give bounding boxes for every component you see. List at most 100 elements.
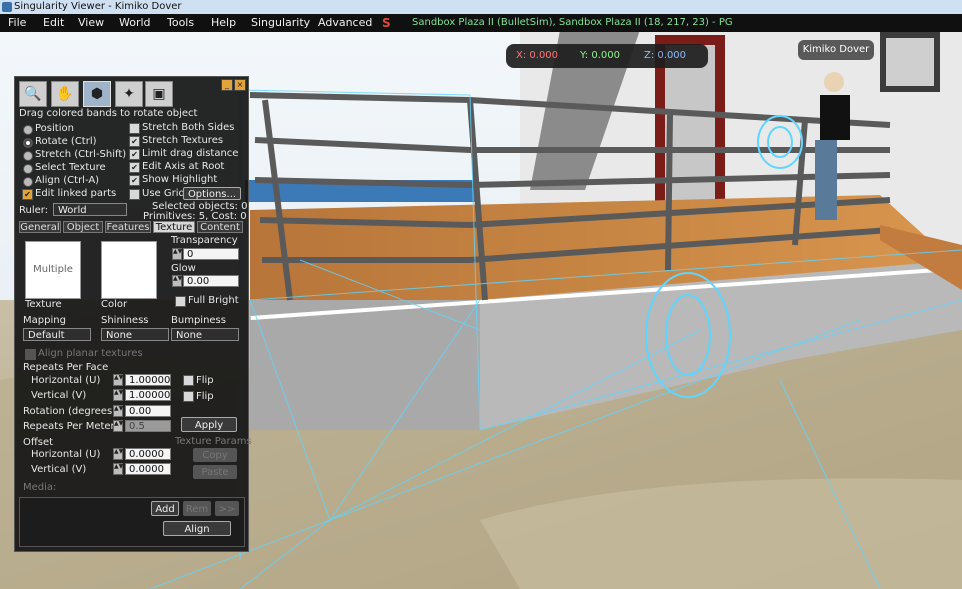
mode-align-label: Align (Ctrl-A) bbox=[35, 175, 100, 186]
paste-params-button[interactable]: Paste bbox=[193, 465, 237, 479]
media-label: Media: bbox=[23, 482, 57, 493]
tab-object[interactable]: Object bbox=[63, 221, 103, 233]
bumpiness-select[interactable]: None bbox=[171, 328, 239, 341]
bumpiness-label: Bumpiness bbox=[171, 315, 226, 326]
flip-u-checkbox[interactable] bbox=[183, 375, 194, 386]
mode-rotate-radio[interactable] bbox=[23, 138, 33, 148]
coordinates-overlay: X: 0.000 Y: 0.000 Z: 0.000 bbox=[506, 44, 708, 68]
texture-params-label: Texture Params bbox=[175, 436, 252, 447]
full-bright-checkbox[interactable] bbox=[175, 296, 186, 307]
mode-rotate-label: Rotate (Ctrl) bbox=[35, 136, 97, 147]
grab-hand-icon: ✋ bbox=[56, 86, 74, 102]
offset-horizontal-label: Horizontal (U) bbox=[31, 449, 101, 460]
close-button[interactable]: × bbox=[234, 79, 246, 91]
tab-features[interactable]: Features bbox=[105, 221, 151, 233]
mapping-label: Mapping bbox=[23, 315, 66, 326]
repeats-per-meter-field[interactable]: 0.5 bbox=[125, 420, 171, 432]
texture-swatch-label: Texture bbox=[25, 299, 62, 310]
edit-linked-checkbox[interactable] bbox=[22, 189, 33, 200]
transparency-spinner[interactable]: ▲▼ bbox=[172, 248, 182, 260]
menu-world[interactable]: World bbox=[119, 14, 151, 32]
repeats-per-meter-label: Repeats Per Meter bbox=[23, 421, 115, 432]
offset-label: Offset bbox=[23, 437, 54, 448]
menu-advanced[interactable]: Advanced bbox=[318, 14, 372, 32]
shininess-select[interactable]: None bbox=[101, 328, 169, 341]
offset-horizontal-field[interactable]: 0.0000 bbox=[125, 448, 171, 460]
move-tool-button[interactable]: ✋ bbox=[51, 81, 79, 107]
repeats-per-meter-spinner[interactable]: ▲▼ bbox=[113, 420, 123, 432]
vertical-v-label: Vertical (V) bbox=[31, 390, 87, 401]
mode-stretch-radio[interactable] bbox=[23, 151, 33, 161]
show-highlight-label: Show Highlight bbox=[142, 174, 218, 185]
limit-drag-checkbox[interactable] bbox=[129, 149, 140, 160]
mode-position-radio[interactable] bbox=[23, 125, 33, 135]
offset-vertical-spinner[interactable]: ▲▼ bbox=[113, 463, 123, 475]
align-planar-checkbox[interactable] bbox=[25, 349, 36, 360]
tab-general[interactable]: General bbox=[19, 221, 61, 233]
focus-tool-button[interactable]: 🔍 bbox=[19, 81, 47, 107]
sl-logo-icon[interactable]: S bbox=[382, 16, 400, 30]
add-media-button[interactable]: Add bbox=[151, 501, 179, 516]
horizontal-u-spinner[interactable]: ▲▼ bbox=[113, 374, 123, 386]
build-tools-panel: 🔍 ✋ ⬢ ✦ ▣ _ × Drag colored bands to rota… bbox=[14, 76, 252, 552]
land-tool-button[interactable]: ▣ bbox=[145, 81, 173, 107]
mode-align-radio[interactable] bbox=[23, 177, 33, 187]
vertical-v-spinner[interactable]: ▲▼ bbox=[113, 389, 123, 401]
color-swatch-label: Color bbox=[101, 299, 128, 310]
ruler-label: Ruler: bbox=[19, 205, 49, 216]
create-tool-button[interactable]: ✦ bbox=[115, 81, 143, 107]
flip-v-checkbox[interactable] bbox=[183, 391, 194, 402]
coord-y: Y: 0.000 bbox=[580, 50, 620, 61]
edit-tool-button[interactable]: ⬢ bbox=[83, 81, 111, 107]
edit-axis-root-checkbox[interactable] bbox=[129, 162, 140, 173]
grid-options-button[interactable]: Options... bbox=[183, 187, 241, 200]
menu-edit[interactable]: Edit bbox=[43, 14, 64, 32]
tab-content[interactable]: Content bbox=[197, 221, 243, 233]
stretch-textures-checkbox[interactable] bbox=[129, 136, 140, 147]
menu-singularity[interactable]: Singularity bbox=[251, 14, 310, 32]
flip-v-label: Flip bbox=[196, 391, 214, 402]
minimize-button[interactable]: _ bbox=[221, 79, 233, 91]
mode-position-label: Position bbox=[35, 123, 74, 134]
align-media-button[interactable]: Align bbox=[163, 521, 231, 536]
tab-texture[interactable]: Texture bbox=[153, 221, 195, 233]
offset-horizontal-spinner[interactable]: ▲▼ bbox=[113, 448, 123, 460]
show-highlight-checkbox[interactable] bbox=[129, 175, 140, 186]
menu-bar: File Edit View World Tools Help Singular… bbox=[0, 14, 962, 32]
menu-help[interactable]: Help bbox=[211, 14, 236, 32]
ruler-select[interactable]: World bbox=[53, 203, 127, 216]
menu-tools[interactable]: Tools bbox=[167, 14, 194, 32]
vertical-v-field[interactable]: 1.00000 bbox=[125, 389, 171, 401]
remove-media-button[interactable]: Rem bbox=[183, 501, 211, 516]
coord-z: Z: 0.000 bbox=[644, 50, 687, 61]
color-swatch[interactable] bbox=[101, 241, 157, 299]
stretch-both-sides-checkbox[interactable] bbox=[129, 123, 140, 134]
horizontal-u-label: Horizontal (U) bbox=[31, 375, 101, 386]
window-title: Singularity Viewer - Kimiko Dover bbox=[14, 1, 182, 12]
transparency-field[interactable]: 0 bbox=[183, 248, 239, 260]
apply-button[interactable]: Apply bbox=[181, 417, 237, 432]
glow-field[interactable]: 0.00 bbox=[183, 275, 239, 287]
rotation-field[interactable]: 0.00 bbox=[125, 405, 171, 417]
mode-select-texture-radio[interactable] bbox=[23, 164, 33, 174]
glow-spinner[interactable]: ▲▼ bbox=[172, 275, 182, 287]
more-media-button[interactable]: >> bbox=[215, 501, 239, 516]
limit-drag-label: Limit drag distance bbox=[142, 148, 239, 159]
edit-axis-root-label: Edit Axis at Root bbox=[142, 161, 225, 172]
texture-swatch[interactable]: Multiple bbox=[25, 241, 81, 299]
mapping-select[interactable]: Default bbox=[23, 328, 91, 341]
menu-view[interactable]: View bbox=[78, 14, 104, 32]
copy-params-button[interactable]: Copy bbox=[193, 448, 237, 462]
app-icon bbox=[2, 2, 12, 12]
edit-linked-label: Edit linked parts bbox=[35, 188, 117, 199]
use-grid-checkbox[interactable] bbox=[129, 189, 140, 200]
menu-file[interactable]: File bbox=[8, 14, 26, 32]
offset-vertical-field[interactable]: 0.0000 bbox=[125, 463, 171, 475]
location-readout[interactable]: Sandbox Plaza II (BulletSim), Sandbox Pl… bbox=[412, 14, 733, 32]
rotation-spinner[interactable]: ▲▼ bbox=[113, 405, 123, 417]
horizontal-u-field[interactable]: 1.00000 bbox=[125, 374, 171, 386]
full-bright-label: Full Bright bbox=[188, 295, 239, 306]
flip-u-label: Flip bbox=[196, 375, 214, 386]
cube-edit-icon: ⬢ bbox=[90, 86, 104, 102]
glow-label: Glow bbox=[171, 263, 196, 274]
